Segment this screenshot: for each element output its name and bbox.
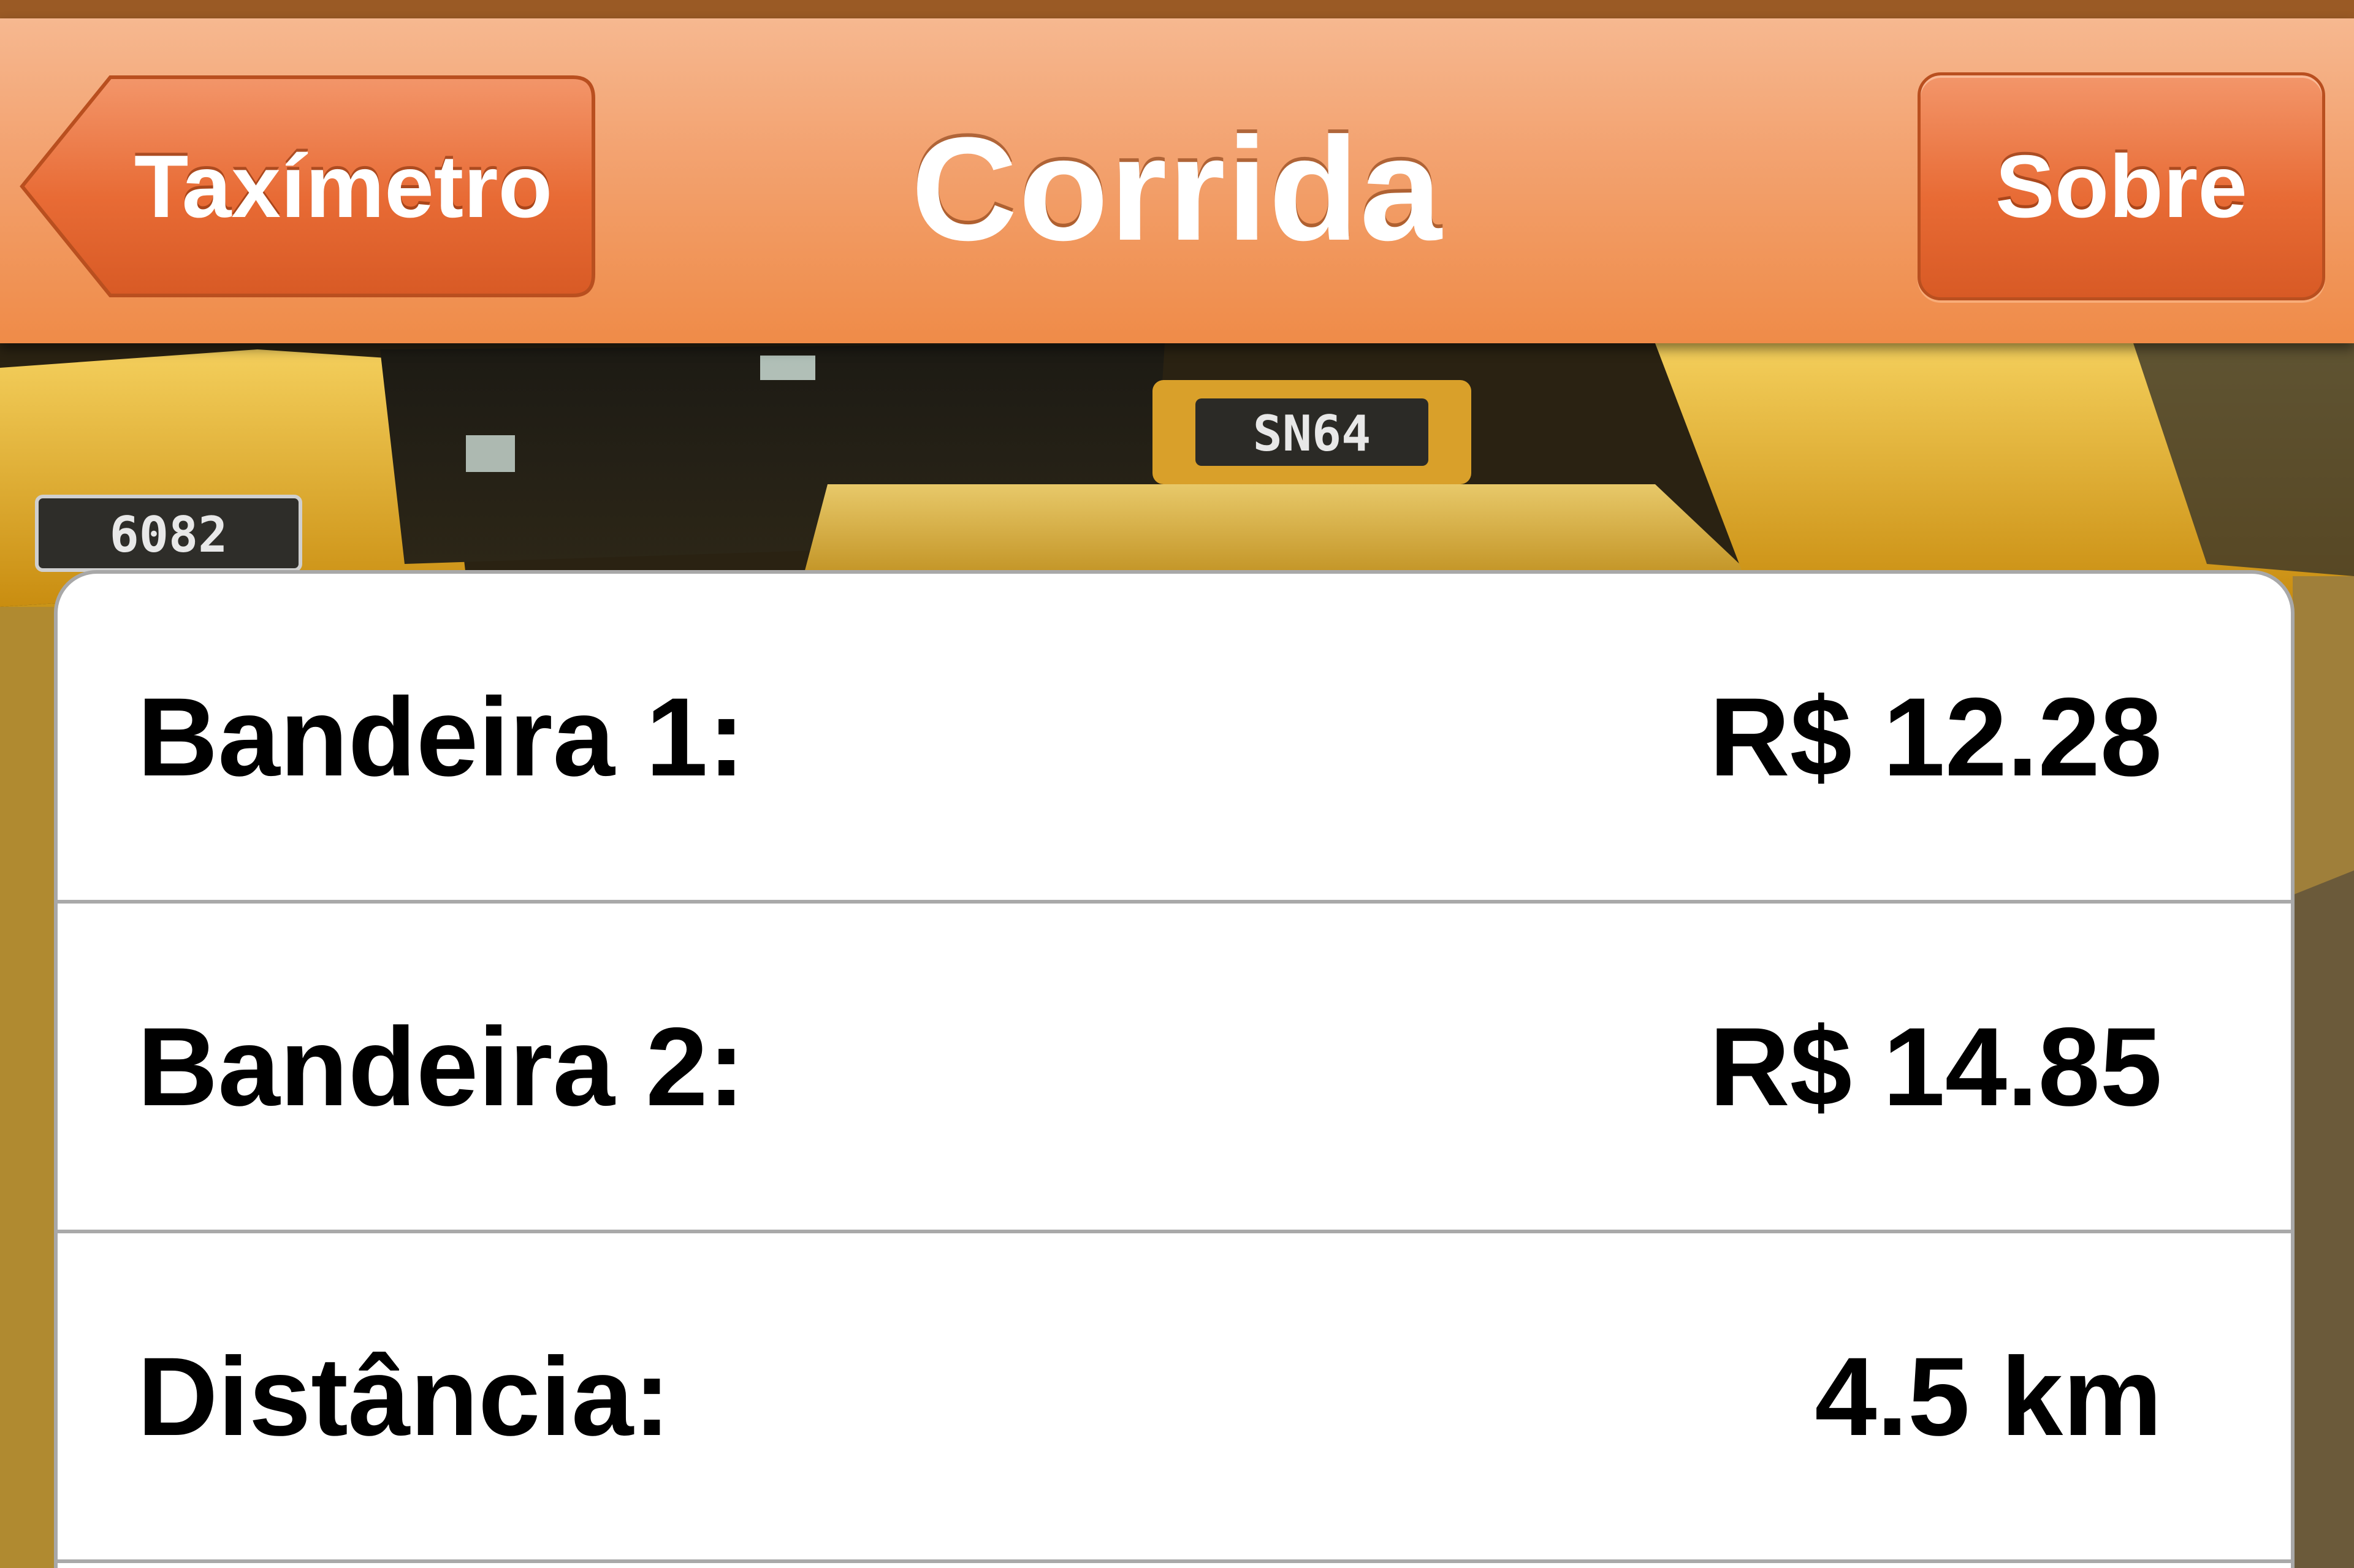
fare1-label: Bandeira 1: xyxy=(137,674,745,799)
about-button[interactable]: Sobre xyxy=(1918,72,2325,300)
table-row-fare1: Bandeira 1: R$ 12.28 xyxy=(58,574,2291,900)
license-plate-text: 6082 xyxy=(110,506,228,563)
table-row-fare2: Bandeira 2: R$ 14.85 xyxy=(58,904,2291,1230)
row-divider xyxy=(58,1559,2291,1563)
about-button-label: Sobre xyxy=(1995,137,2247,236)
distance-label: Distância: xyxy=(137,1334,671,1459)
navigation-bar: Taxímetro Corrida Sobre xyxy=(0,18,2354,343)
fare2-value: R$ 14.85 xyxy=(1709,1004,2162,1129)
ride-details-card: Bandeira 1: R$ 12.28 Bandeira 2: R$ 14.8… xyxy=(54,570,2295,1568)
status-strip xyxy=(0,0,2354,18)
fare2-label: Bandeira 2: xyxy=(137,1004,745,1129)
table-row-distance: Distância: 4.5 km xyxy=(58,1233,2291,1559)
license-plate-text: SN64 xyxy=(1253,405,1371,462)
fare1-value: R$ 12.28 xyxy=(1709,674,2162,799)
distance-value: 4.5 km xyxy=(1815,1334,2162,1459)
